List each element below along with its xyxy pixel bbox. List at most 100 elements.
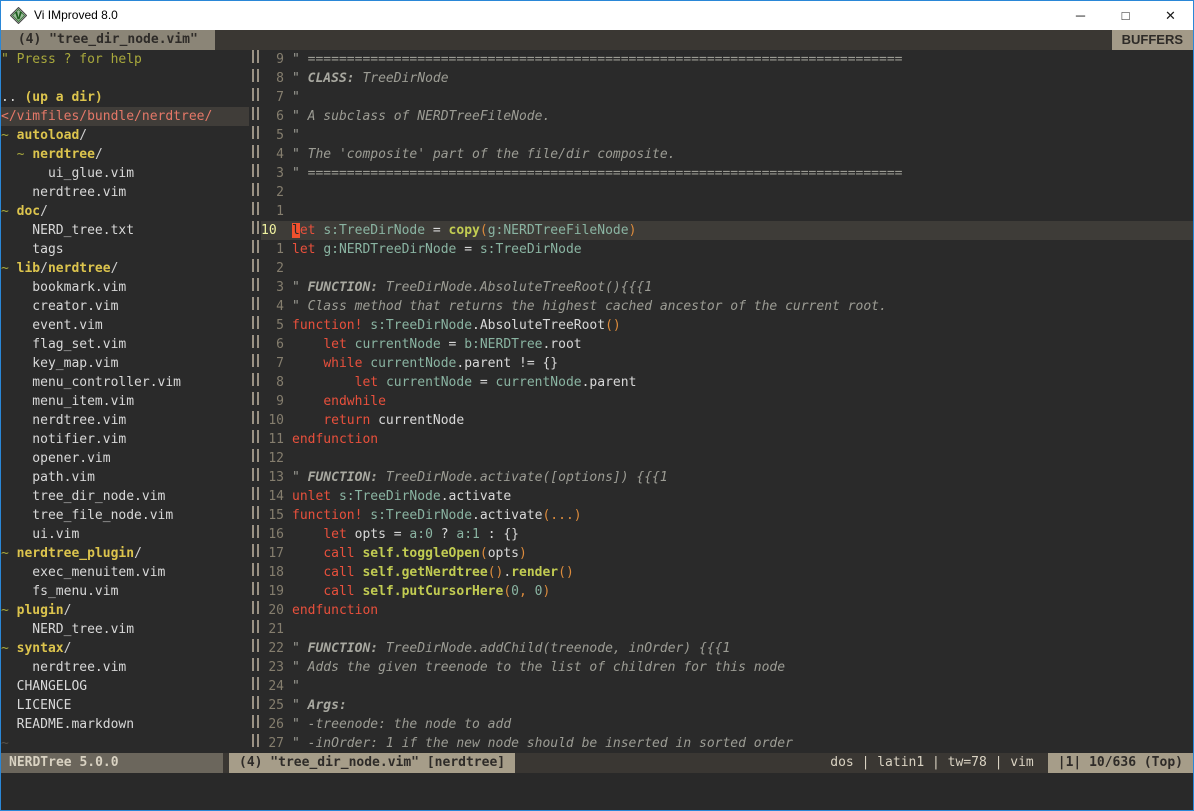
code-line[interactable]: 6" A subclass of NERDTreeFileNode. <box>261 107 1193 126</box>
tree-row[interactable]: tags <box>1 240 249 259</box>
tree-row[interactable]: ~ nerdtree_plugin/ <box>1 544 249 563</box>
tree-row[interactable]: LICENCE <box>1 696 249 715</box>
tree-row[interactable]: menu_item.vim <box>1 392 249 411</box>
code-line[interactable]: 25" Args: <box>261 696 1193 715</box>
code-line[interactable]: 4" The 'composite' part of the file/dir … <box>261 145 1193 164</box>
code-line[interactable]: 27" -inOrder: 1 if the new node should b… <box>261 734 1193 753</box>
text-segment: / <box>64 603 72 618</box>
tree-row[interactable]: path.vim <box>1 468 249 487</box>
code-line[interactable]: 17 call self.toggleOpen(opts) <box>261 544 1193 563</box>
code-line[interactable]: 8" CLASS: TreeDirNode <box>261 69 1193 88</box>
code-line[interactable]: 14unlet s:TreeDirNode.activate <box>261 487 1193 506</box>
code-line[interactable]: 10 return currentNode <box>261 411 1193 430</box>
tree-row[interactable]: nerdtree.vim <box>1 183 249 202</box>
code-line[interactable]: 15function! s:TreeDirNode.activate(...) <box>261 506 1193 525</box>
code-line[interactable]: 19 call self.putCursorHere(0, 0) <box>261 582 1193 601</box>
text-segment: " Press ? for help <box>1 52 142 67</box>
text-segment: b:NERDTree <box>464 337 542 352</box>
text-segment: s:TreeDirNode <box>339 489 441 504</box>
tree-row[interactable]: key_map.vim <box>1 354 249 373</box>
tree-row[interactable]: creator.vim <box>1 297 249 316</box>
tree-row[interactable]: bookmark.vim <box>1 278 249 297</box>
text-segment: call <box>323 584 354 599</box>
text-segment: menu_controller.vim <box>1 375 181 390</box>
code-line[interactable]: 21 <box>261 620 1193 639</box>
code-line[interactable]: 20endfunction <box>261 601 1193 620</box>
tree-row[interactable]: event.vim <box>1 316 249 335</box>
text-segment: </vimfiles/bundle/nerdtree/ <box>1 109 212 124</box>
text-segment: tree_dir_node.vim <box>1 489 165 504</box>
code-line[interactable]: 5function! s:TreeDirNode.AbsoluteTreeRoo… <box>261 316 1193 335</box>
minimize-button[interactable]: ─ <box>1058 1 1103 30</box>
code-line[interactable]: 7 while currentNode.parent != {} <box>261 354 1193 373</box>
tree-root-path[interactable]: </vimfiles/bundle/nerdtree/ <box>1 107 249 126</box>
tree-row[interactable]: ~ <box>1 734 249 753</box>
command-line[interactable] <box>1 773 1193 810</box>
code-line[interactable]: 11endfunction <box>261 430 1193 449</box>
code-text: " <box>292 677 300 696</box>
tree-row[interactable]: ~ syntax/ <box>1 639 249 658</box>
code-line[interactable]: 3" FUNCTION: TreeDirNode.AbsoluteTreeRoo… <box>261 278 1193 297</box>
code-line[interactable]: 1let g:NERDTreeDirNode = s:TreeDirNode <box>261 240 1193 259</box>
tree-row[interactable]: flag_set.vim <box>1 335 249 354</box>
window-separator[interactable] <box>249 50 261 753</box>
code-line[interactable]: 23" Adds the given treenode to the list … <box>261 658 1193 677</box>
maximize-button[interactable]: □ <box>1103 1 1148 30</box>
tree-row[interactable]: ~ doc/ <box>1 202 249 221</box>
tree-row[interactable]: ui_glue.vim <box>1 164 249 183</box>
code-line[interactable]: 1 <box>261 202 1193 221</box>
code-line-current[interactable]: 10let s:TreeDirNode = copy(g:NERDTreeFil… <box>261 221 1193 240</box>
tree-row[interactable]: exec_menuitem.vim <box>1 563 249 582</box>
code-line[interactable]: 9 endwhile <box>261 392 1193 411</box>
code-line[interactable]: 2 <box>261 259 1193 278</box>
text-segment: key_map.vim <box>1 356 118 371</box>
tree-row[interactable]: ~ lib/nerdtree/ <box>1 259 249 278</box>
tree-row[interactable]: .. (up a dir) <box>1 88 249 107</box>
code-text: " -treenode: the node to add <box>292 715 511 734</box>
tree-row[interactable]: tree_dir_node.vim <box>1 487 249 506</box>
tree-row[interactable]: ~ autoload/ <box>1 126 249 145</box>
code-line[interactable]: 3" =====================================… <box>261 164 1193 183</box>
tree-row[interactable]: notifier.vim <box>1 430 249 449</box>
text-segment: let <box>355 375 378 390</box>
code-line[interactable]: 12 <box>261 449 1193 468</box>
code-line[interactable]: 6 let currentNode = b:NERDTree.root <box>261 335 1193 354</box>
code-line[interactable]: 16 let opts = a:0 ? a:1 : {} <box>261 525 1193 544</box>
code-line[interactable]: 5" <box>261 126 1193 145</box>
code-line[interactable]: 9" =====================================… <box>261 50 1193 69</box>
tree-row[interactable]: tree_file_node.vim <box>1 506 249 525</box>
tree-row[interactable]: NERD_tree.txt <box>1 221 249 240</box>
tree-row[interactable]: nerdtree.vim <box>1 411 249 430</box>
text-segment: nerdtree <box>48 261 111 276</box>
code-line[interactable]: 24" <box>261 677 1193 696</box>
close-button[interactable]: ✕ <box>1148 1 1193 30</box>
tree-row[interactable]: " Press ? for help <box>1 50 249 69</box>
tree-row[interactable]: ~ plugin/ <box>1 601 249 620</box>
tree-row[interactable]: NERD_tree.vim <box>1 620 249 639</box>
text-segment: ~ <box>1 128 17 143</box>
code-line[interactable]: 8 let currentNode = currentNode.parent <box>261 373 1193 392</box>
code-line[interactable]: 26 " -treenode: the node to add <box>261 715 1193 734</box>
code-line[interactable]: 4" Class method that returns the highest… <box>261 297 1193 316</box>
text-segment: while <box>323 356 362 371</box>
split-area: " Press ? for help .. (up a dir) </vimfile… <box>1 50 1193 753</box>
line-number: 19 <box>261 582 284 601</box>
line-number: 26 <box>261 715 284 734</box>
text-segment: endwhile <box>323 394 386 409</box>
tree-row[interactable]: README.markdown <box>1 715 249 734</box>
tree-row[interactable]: menu_controller.vim <box>1 373 249 392</box>
tree-row[interactable]: CHANGELOG <box>1 677 249 696</box>
tree-row[interactable] <box>1 69 249 88</box>
code-line[interactable]: 22" FUNCTION: TreeDirNode.addChild(treen… <box>261 639 1193 658</box>
tree-row[interactable]: opener.vim <box>1 449 249 468</box>
tree-row[interactable]: ~ nerdtree/ <box>1 145 249 164</box>
code-line[interactable]: 2 <box>261 183 1193 202</box>
tree-row[interactable]: ui.vim <box>1 525 249 544</box>
code-line[interactable]: 7" <box>261 88 1193 107</box>
code-line[interactable]: 13" FUNCTION: TreeDirNode.activate([opti… <box>261 468 1193 487</box>
tree-row[interactable]: nerdtree.vim <box>1 658 249 677</box>
tree-row[interactable]: fs_menu.vim <box>1 582 249 601</box>
code-line[interactable]: 18 call self.getNerdtree().render() <box>261 563 1193 582</box>
tab-active-tree-dir-node[interactable]: (4) "tree_dir_node.vim" <box>1 30 215 50</box>
text-segment: let <box>323 527 346 542</box>
